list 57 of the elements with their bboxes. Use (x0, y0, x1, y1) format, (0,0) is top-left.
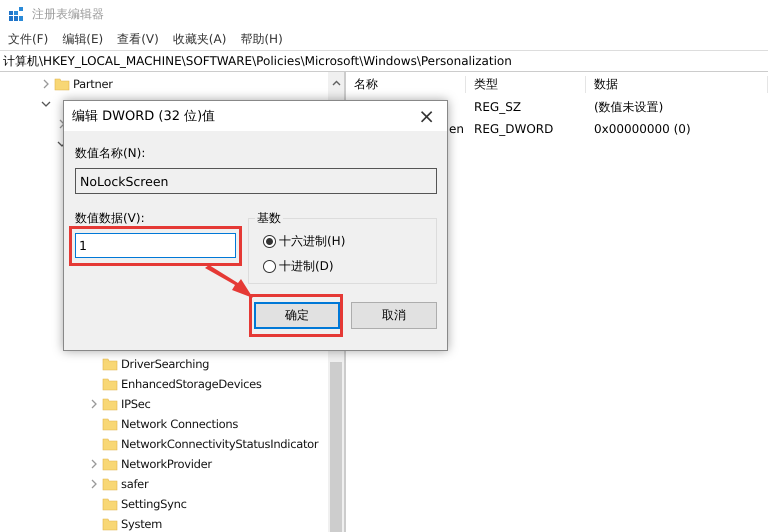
radio-option[interactable]: 十进制(D) (263, 258, 436, 275)
menu-item[interactable]: 收藏夹(A) (168, 30, 230, 48)
expand-chevron-icon[interactable] (41, 79, 51, 89)
tree-item[interactable]: DriverSearching (121, 357, 210, 371)
folder-icon (102, 456, 118, 472)
value-name-field[interactable]: NoLockScreen (75, 168, 437, 194)
table-cell-text: (数值未设置) (593, 98, 664, 116)
close-button[interactable]: × (414, 104, 439, 128)
table-cell-text: REG_SZ (473, 100, 522, 114)
tree-item[interactable]: SettingSync (121, 497, 187, 511)
folder-icon (102, 476, 118, 492)
radio-icon[interactable] (263, 235, 276, 248)
ok-button[interactable]: 确定 (254, 302, 340, 329)
menu-item[interactable]: 查看(V) (113, 30, 163, 48)
cancel-button[interactable]: 取消 (351, 302, 437, 329)
tree-item[interactable]: System (121, 517, 162, 531)
expand-chevron-icon[interactable] (89, 459, 99, 469)
tree-item[interactable]: Network Connections (121, 417, 238, 431)
folder-icon (102, 376, 118, 392)
window-title: 注册表编辑器 (32, 6, 104, 22)
folder-icon (54, 76, 70, 92)
field-label: 数值名称(N): (75, 145, 146, 162)
collapse-chevron-icon[interactable] (41, 99, 51, 109)
folder-icon (102, 496, 118, 512)
folder-icon (102, 416, 118, 432)
tree-item[interactable]: NetworkProvider (121, 457, 212, 471)
annotation-arrow (205, 265, 255, 299)
dialog-title: 编辑 DWORD (32 位)值 (72, 108, 216, 125)
folder-icon (102, 396, 118, 412)
column-header[interactable]: 名称 (346, 76, 466, 92)
value-data-field[interactable]: 1 (75, 233, 236, 258)
address-bar[interactable]: 计算机\HKEY_LOCAL_MACHINE\SOFTWARE\Policies\Microsoft\Windows\Personalization (0, 50, 768, 72)
table-cell-text: REG_DWORD (473, 122, 554, 136)
scroll-thumb[interactable] (330, 362, 342, 532)
radio-icon[interactable] (263, 260, 276, 273)
folder-icon (102, 516, 118, 532)
expand-chevron-icon[interactable] (89, 399, 99, 409)
folder-icon (102, 356, 118, 372)
folder-icon (102, 436, 118, 452)
radio-option[interactable]: 十六进制(H) (263, 233, 436, 250)
field-label: 数值数据(V): (75, 211, 145, 225)
tree-item[interactable]: safer (121, 477, 148, 491)
tree-item[interactable]: EnhancedStorageDevices (121, 377, 262, 391)
group-label: 基数 (256, 210, 282, 227)
column-header[interactable]: 类型 (466, 76, 586, 92)
expand-chevron-icon[interactable] (89, 479, 99, 489)
menu-item[interactable]: 编辑(E) (58, 30, 108, 48)
tree-item[interactable]: NetworkConnectivityStatusIndicator (121, 437, 318, 451)
tree-item[interactable]: IPSec (121, 397, 151, 411)
tree-item[interactable]: Partner (73, 77, 113, 91)
scroll-up-icon[interactable] (332, 80, 340, 86)
menu-item[interactable]: 文件(F) (4, 30, 52, 48)
registry-cubes-icon (8, 6, 24, 22)
table-cell-text: 0x00000000 (0) (593, 122, 692, 136)
column-header[interactable]: 数据 (586, 76, 768, 92)
menu-item[interactable]: 帮助(H) (236, 30, 287, 48)
table-cell-text: en (448, 122, 465, 136)
